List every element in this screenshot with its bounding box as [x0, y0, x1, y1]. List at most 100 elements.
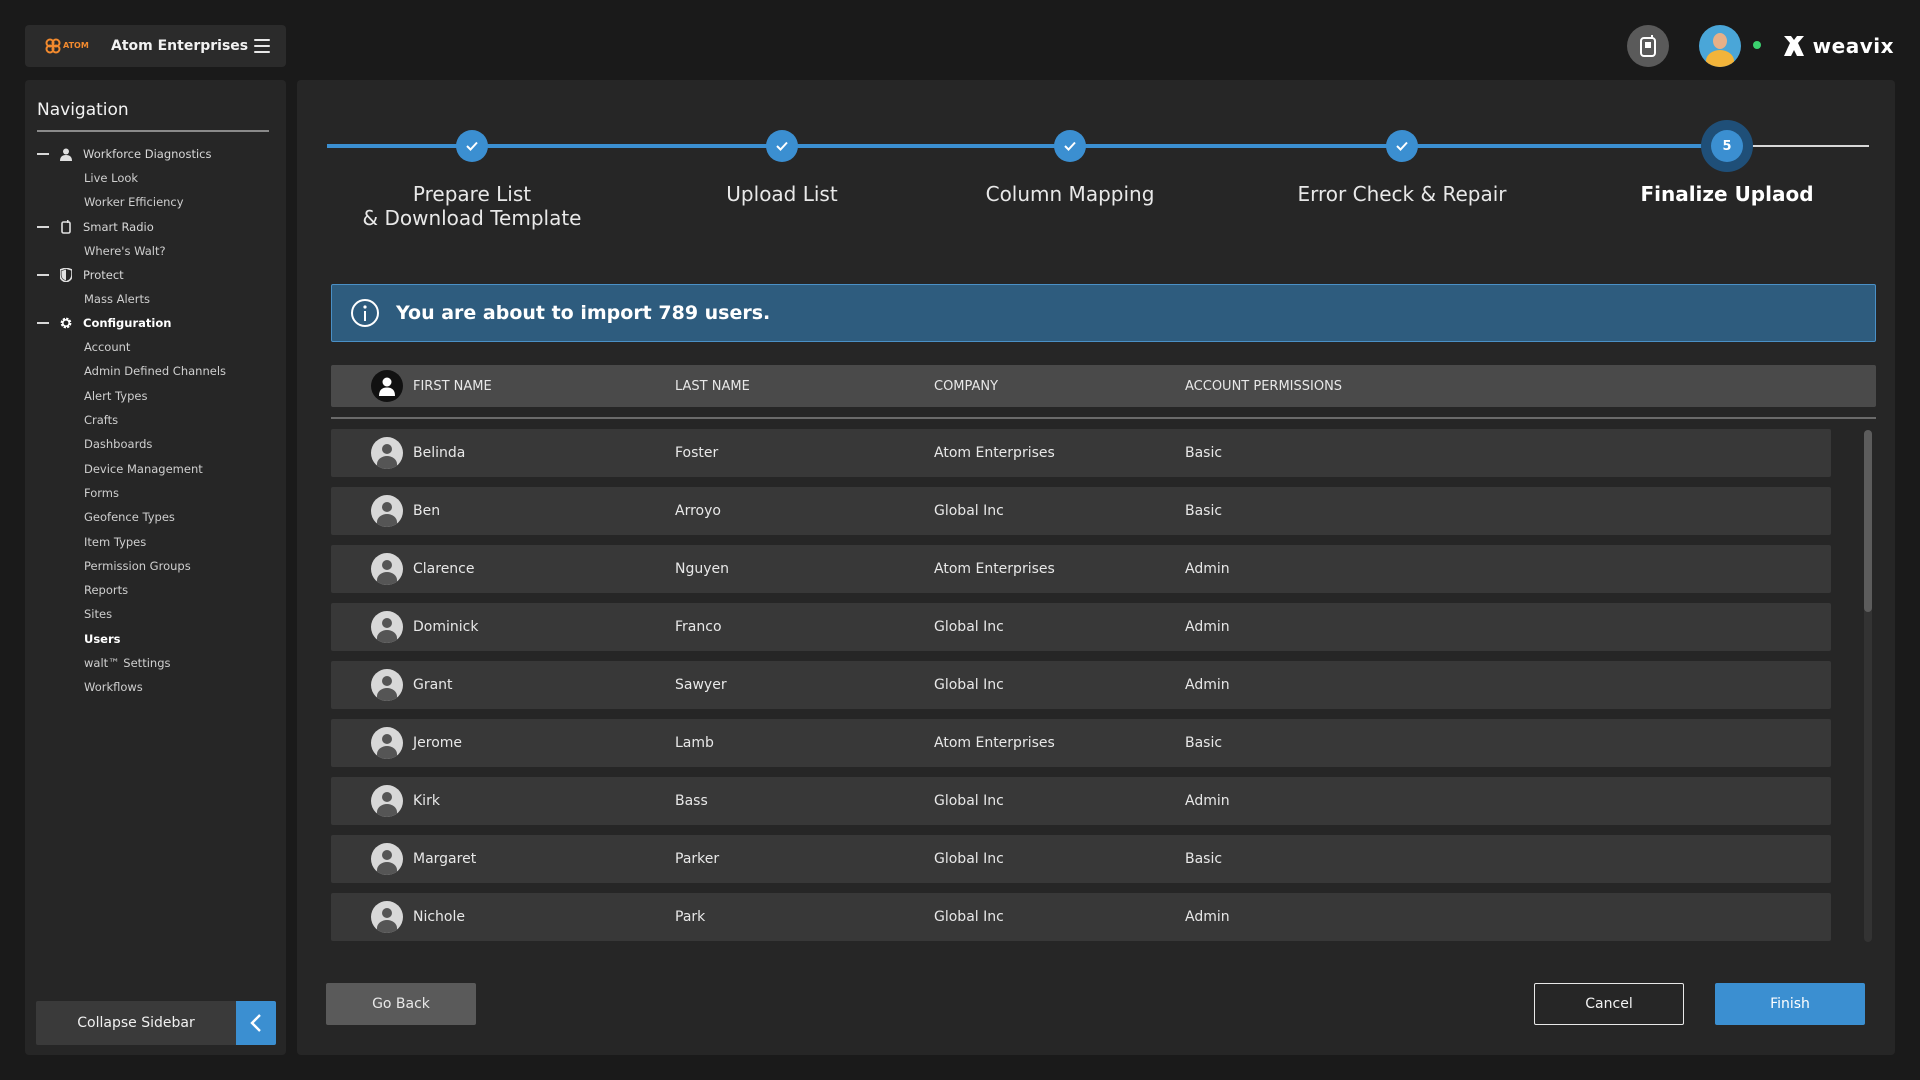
device-button[interactable] [1626, 25, 1669, 67]
import-info-banner: You are about to import 789 users. [331, 284, 1876, 342]
weavix-logo-icon [1783, 36, 1804, 56]
sidebar-item-permission-groups[interactable]: Permission Groups [37, 554, 274, 578]
cell-first-name: Margaret [413, 851, 477, 867]
step-label: Error Check & Repair [1297, 182, 1507, 206]
collapse-dash-icon[interactable] [37, 273, 49, 276]
sidebar-item-live-look[interactable]: Live Look [37, 166, 274, 190]
sidebar-item-alert-types[interactable]: Alert Types [37, 384, 274, 408]
avatar [371, 785, 403, 817]
cell-first-name: Kirk [413, 793, 440, 809]
nav-group-protect[interactable]: Protect [37, 263, 274, 287]
sidebar-item-admin-defined-channels[interactable]: Admin Defined Channels [37, 359, 274, 383]
table-row[interactable]: Belinda Foster Atom Enterprises Basic [331, 429, 1831, 477]
table-header: FIRST NAME LAST NAME COMPANY ACCOUNT PER… [331, 365, 1876, 407]
step-current-indicator: 5 [1701, 120, 1753, 172]
cell-first-name: Jerome [413, 735, 463, 751]
hamburger-menu-icon[interactable] [254, 39, 270, 53]
column-header-company[interactable]: COMPANY [934, 379, 998, 394]
table-row[interactable]: Nichole Park Global Inc Admin [331, 893, 1831, 941]
step-upload-list[interactable]: Upload List [652, 114, 912, 206]
top-right-controls: weavix [1626, 24, 1894, 68]
avatar [371, 669, 403, 701]
avatar [371, 611, 403, 643]
cell-permissions: Admin [1185, 793, 1230, 809]
table-scrollbar[interactable] [1864, 430, 1872, 942]
chevron-left-icon[interactable] [236, 1001, 276, 1045]
organization-name: Atom Enterprises [111, 38, 249, 54]
cell-company: Global Inc [934, 851, 1004, 867]
atom-logo: ATOM [45, 38, 91, 54]
sidebar-item-account[interactable]: Account [37, 335, 274, 359]
online-status-indicator [1752, 41, 1761, 49]
sidebar-item-reports[interactable]: Reports [37, 578, 274, 602]
cell-permissions: Admin [1185, 619, 1230, 635]
step-column-mapping[interactable]: Column Mapping [940, 114, 1200, 206]
cell-permissions: Basic [1185, 503, 1223, 519]
table-row[interactable]: Dominick Franco Global Inc Admin [331, 603, 1831, 651]
cell-last-name: Franco [675, 619, 722, 635]
sidebar-item-sites[interactable]: Sites [37, 602, 274, 626]
collapse-sidebar-label: Collapse Sidebar [36, 1001, 236, 1045]
cell-first-name: Clarence [413, 561, 475, 577]
nav-group-smart-radio[interactable]: Smart Radio [37, 215, 274, 239]
step-error-check-repair[interactable]: Error Check & Repair [1272, 114, 1532, 206]
sidebar-item-wheres-walt[interactable]: Where's Walt? [37, 239, 274, 263]
sidebar-item-mass-alerts[interactable]: Mass Alerts [37, 287, 274, 311]
nav-group-workforce-diagnostics[interactable]: Workforce Diagnostics [37, 142, 274, 166]
navigation-list: Workforce Diagnostics Live Look Worker E… [37, 142, 274, 700]
sidebar-item-workflows[interactable]: Workflows [37, 675, 274, 699]
cell-company: Atom Enterprises [934, 445, 1055, 461]
step-prepare-list[interactable]: Prepare List & Download Template [342, 114, 602, 230]
cell-company: Global Inc [934, 503, 1004, 519]
column-header-last-name[interactable]: LAST NAME [675, 379, 750, 394]
table-row[interactable]: Grant Sawyer Global Inc Admin [331, 661, 1831, 709]
table-row[interactable]: Kirk Bass Global Inc Admin [331, 777, 1831, 825]
cell-last-name: Sawyer [675, 677, 727, 693]
cell-last-name: Foster [675, 445, 719, 461]
sidebar-item-geofence-types[interactable]: Geofence Types [37, 505, 274, 529]
table-row[interactable]: Margaret Parker Global Inc Basic [331, 835, 1831, 883]
table-row[interactable]: Jerome Lamb Atom Enterprises Basic [331, 719, 1831, 767]
cell-permissions: Admin [1185, 677, 1230, 693]
column-header-first-name[interactable]: FIRST NAME [413, 379, 492, 394]
navigation-title: Navigation [37, 100, 269, 132]
step-finalize-upload[interactable]: 5 Finalize Uplaod [1597, 114, 1857, 206]
sidebar-item-worker-efficiency[interactable]: Worker Efficiency [37, 190, 274, 214]
sidebar-item-users[interactable]: Users [37, 627, 274, 651]
table-row[interactable]: Ben Arroyo Global Inc Basic [331, 487, 1831, 535]
sidebar-item-device-management[interactable]: Device Management [37, 457, 274, 481]
user-avatar-wrapper[interactable] [1698, 25, 1763, 67]
sidebar-item-dashboards[interactable]: Dashboards [37, 432, 274, 456]
step-label: Column Mapping [985, 182, 1155, 206]
table-row[interactable]: Clarence Nguyen Atom Enterprises Admin [331, 545, 1831, 593]
user-avatar[interactable] [1698, 25, 1741, 67]
collapse-dash-icon[interactable] [37, 153, 49, 155]
sidebar-item-item-types[interactable]: Item Types [37, 530, 274, 554]
sidebar-item-crafts[interactable]: Crafts [37, 408, 274, 432]
cell-company: Atom Enterprises [934, 561, 1055, 577]
cell-company: Global Inc [934, 909, 1004, 925]
sidebar-item-forms[interactable]: Forms [37, 481, 274, 505]
organization-switcher[interactable]: ATOM Atom Enterprises [25, 25, 286, 67]
cell-last-name: Bass [675, 793, 708, 809]
cell-first-name: Grant [413, 677, 453, 693]
cell-permissions: Admin [1185, 909, 1230, 925]
finish-button[interactable]: Finish [1715, 983, 1865, 1025]
cell-first-name: Ben [413, 503, 441, 519]
nav-group-configuration[interactable]: Configuration [37, 311, 274, 335]
import-wizard-panel: Prepare List & Download Template Upload … [297, 80, 1895, 1055]
avatar [371, 727, 403, 759]
collapse-dash-icon[interactable] [37, 225, 49, 228]
cell-company: Global Inc [934, 793, 1004, 809]
cancel-button[interactable]: Cancel [1534, 983, 1684, 1025]
checkmark-icon [456, 130, 488, 162]
go-back-button[interactable]: Go Back [326, 983, 476, 1025]
sidebar-item-walt-settings[interactable]: walt™ Settings [37, 651, 274, 675]
collapse-dash-icon[interactable] [37, 322, 49, 325]
column-header-account-permissions[interactable]: ACCOUNT PERMISSIONS [1185, 379, 1342, 394]
cell-last-name: Park [675, 909, 706, 925]
collapse-sidebar-button[interactable]: Collapse Sidebar [36, 1001, 276, 1045]
table-scrollbar-thumb[interactable] [1864, 430, 1872, 612]
atom-logo-text: ATOM [63, 41, 89, 50]
cell-permissions: Admin [1185, 561, 1230, 577]
